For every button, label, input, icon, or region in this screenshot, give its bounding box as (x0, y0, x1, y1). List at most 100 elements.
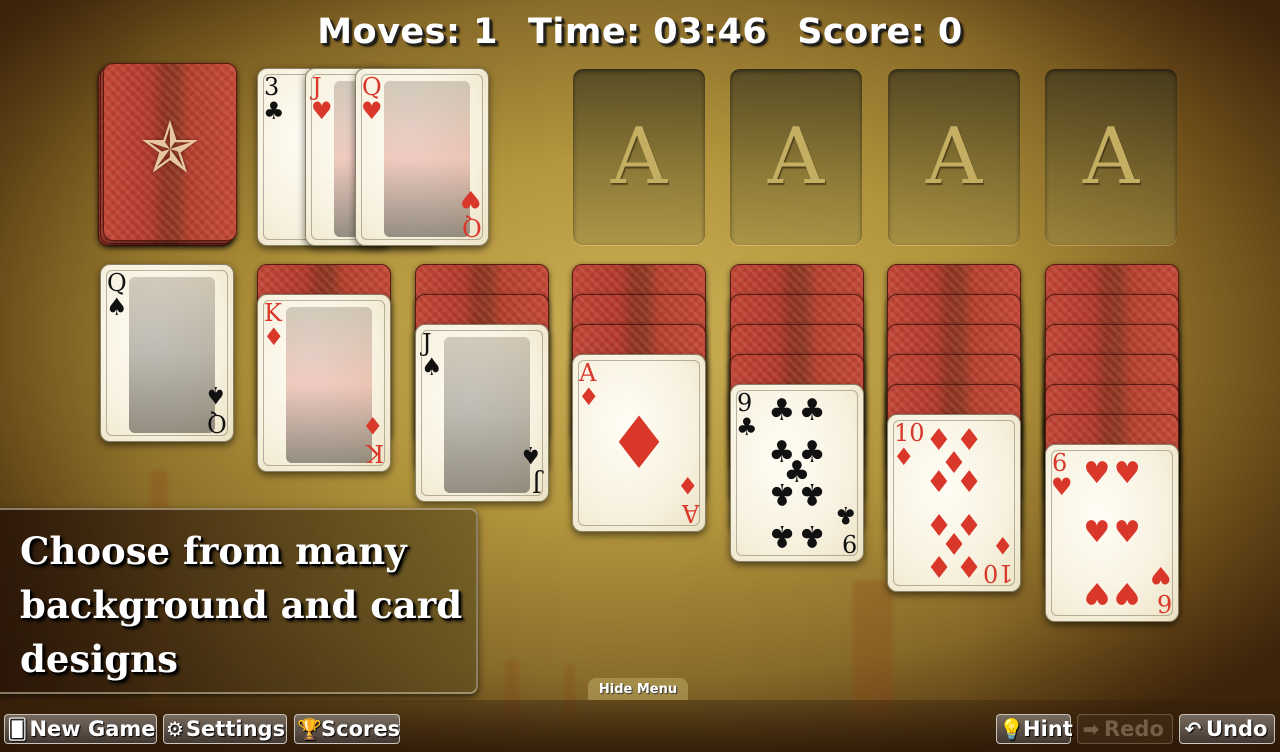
card-pips: ♥ ♥ ♥ ♥ ♥ ♥ (1074, 455, 1150, 611)
card-suit-icon: ♠ (106, 293, 128, 321)
card-suit-icon: ♠ (421, 353, 443, 381)
undo-arrow-icon: ↶ (1184, 717, 1202, 741)
card-suit-icon: ♦ (893, 443, 915, 471)
card-pip: ♦ (925, 548, 953, 584)
foundation-slot[interactable]: A (888, 69, 1020, 245)
tableau-top-card[interactable]: A ♦ A ♦ ♦ (572, 354, 706, 532)
scores-button[interactable]: 🏆 Scores (294, 714, 400, 744)
score: Score: 0 (797, 12, 963, 52)
new-game-label: New Game (29, 717, 156, 741)
card-pip: ♦ (955, 548, 983, 584)
moves-counter: Moves: 1 (317, 12, 498, 52)
undo-button[interactable]: ↶ Undo (1179, 714, 1275, 744)
score-value: 0 (937, 12, 963, 52)
card-pip: ♣ (798, 392, 826, 428)
trophy-icon: 🏆 (297, 717, 322, 741)
lightbulb-icon: 💡 (999, 717, 1024, 741)
card-rank: 6 (1052, 449, 1068, 477)
card-pips: ♣ ♣ ♣ ♣ ♣ ♣ ♣ ♣ ♣ (759, 392, 835, 554)
gear-icon: ⚙ (166, 717, 184, 741)
card-figure-illustration (444, 337, 530, 493)
card-suit-icon: ♥ (311, 97, 333, 125)
card-suit-icon: ♦ (263, 323, 285, 351)
time-value: 03:46 (653, 12, 768, 52)
new-game-button[interactable]: 🂠 New Game (4, 714, 157, 744)
arrow-right-icon: ➡ (1082, 717, 1100, 741)
moves-label: Moves: (317, 12, 461, 52)
card-rank: K (264, 299, 282, 327)
card-pip: ♥ (1113, 575, 1141, 611)
card-pip: ♥ (1113, 455, 1141, 491)
foundation-ace-label: A (767, 112, 825, 202)
card-rank-bottom: 6 (1156, 589, 1172, 617)
card-suit-icon-bottom: ♠ (520, 441, 542, 469)
waste-top-card[interactable]: Q ♥ Q ♥ (355, 68, 489, 246)
score-label: Score: (797, 12, 926, 52)
card-pip: ♥ (1083, 455, 1111, 491)
card-figure-illustration (129, 277, 215, 433)
card-rank: Q (362, 73, 382, 101)
card-suit-icon: ♣ (263, 97, 285, 125)
card-suit-icon-bottom: ♥ (1150, 561, 1172, 589)
card-suit-icon: ♣ (736, 413, 758, 441)
tableau-top-card[interactable]: 9 ♣ 9 ♣ ♣ ♣ ♣ ♣ ♣ ♣ ♣ ♣ ♣ (730, 384, 864, 562)
card-pip: ♥ (1083, 575, 1111, 611)
status-bar: Moves: 1 Time: 03:46 Score: 0 (0, 12, 1280, 52)
card-pip: ♥ (1113, 515, 1141, 550)
card-rank-bottom: J (532, 469, 542, 497)
time-label: Time: (528, 12, 641, 52)
card-pip: ♦ (925, 464, 953, 500)
card-pip: ♣ (768, 518, 796, 554)
hide-menu-button[interactable]: Hide Menu (588, 678, 688, 700)
promo-banner: Choose from many background and card des… (0, 508, 478, 694)
tableau-top-card[interactable]: K ♦ K ♦ (257, 294, 391, 472)
foundation-ace-label: A (925, 112, 983, 202)
foundation-slot[interactable]: A (573, 69, 705, 245)
redo-label: Redo (1104, 717, 1164, 741)
settings-label: Settings (185, 717, 286, 741)
card-rank-bottom: Q (462, 213, 482, 241)
tableau-top-card[interactable]: 6 ♥ 6 ♥ ♥ ♥ ♥ ♥ ♥ ♥ (1045, 444, 1179, 622)
card-pip: ♣ (798, 476, 826, 512)
stock-top-card[interactable]: ✯ (103, 63, 237, 241)
card-rank-bottom: A (681, 499, 699, 527)
sheriff-star-icon: ✯ (140, 106, 200, 189)
moves-value: 1 (473, 12, 499, 52)
card-icon: 🂠 (7, 717, 28, 741)
card-suit-icon: ♥ (361, 97, 383, 125)
card-pips: ♦ ♦ ♦ ♦ ♦ ♦ ♦ ♦ ♦ ♦ (916, 425, 992, 584)
timer: Time: 03:46 (528, 12, 767, 52)
tableau-top-card[interactable]: Q ♠ Q ♠ (100, 264, 234, 442)
card-figure-illustration (286, 307, 372, 463)
ace-center-pip: ♦ (606, 401, 672, 485)
card-rank: J (312, 73, 322, 101)
card-pip: ♦ (955, 464, 983, 500)
card-suit-icon: ♥ (1051, 473, 1073, 501)
card-rank-bottom: 9 (841, 529, 857, 557)
card-rank-bottom: Q (207, 409, 227, 437)
card-suit-icon-bottom: ♦ (992, 531, 1014, 559)
card-suit-icon-bottom: ♠ (205, 381, 227, 409)
foundation-slot[interactable]: A (1045, 69, 1177, 245)
hint-button[interactable]: 💡 Hint (996, 714, 1073, 744)
card-pip: ♣ (768, 476, 796, 512)
foundation-ace-label: A (1082, 112, 1140, 202)
card-rank: Q (107, 269, 127, 297)
redo-button[interactable]: ➡ Redo (1077, 714, 1173, 744)
card-pip: ♣ (798, 518, 826, 554)
card-rank: 3 (264, 73, 280, 101)
card-rank: 9 (737, 389, 753, 417)
tableau-top-card[interactable]: J ♠ J ♠ (415, 324, 549, 502)
card-suit-icon-bottom: ♦ (362, 411, 384, 439)
foundation-ace-label: A (610, 112, 668, 202)
card-rank: J (422, 329, 432, 357)
card-pip: ♥ (1083, 515, 1111, 550)
card-pip: ♣ (768, 392, 796, 428)
card-figure-illustration (384, 81, 470, 237)
background-stain (853, 580, 893, 720)
hint-label: Hint (1023, 717, 1073, 741)
foundation-slot[interactable]: A (730, 69, 862, 245)
settings-button[interactable]: ⚙ Settings (163, 714, 287, 744)
tableau-top-card[interactable]: 10 ♦ 10 ♦ ♦ ♦ ♦ ♦ ♦ ♦ ♦ ♦ ♦ ♦ (887, 414, 1021, 592)
promo-text: Choose from many background and card des… (20, 529, 463, 681)
